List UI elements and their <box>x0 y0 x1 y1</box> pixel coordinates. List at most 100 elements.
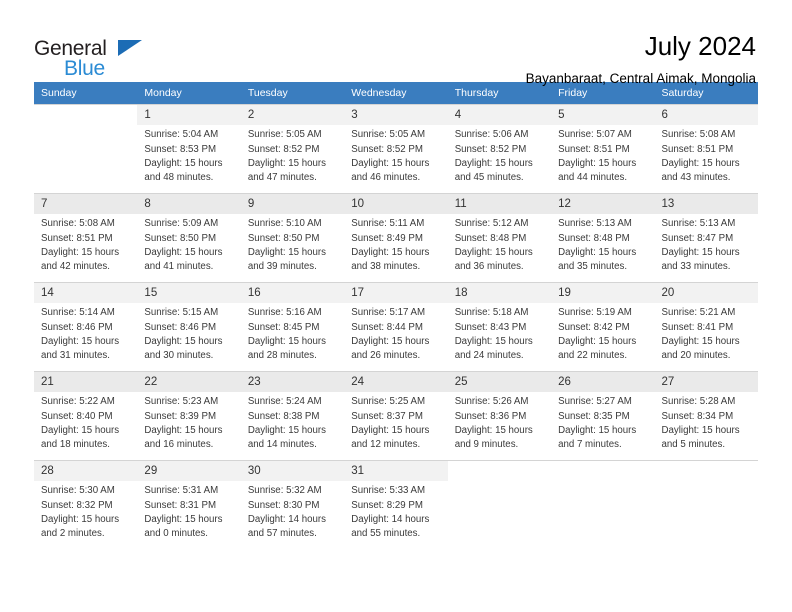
calendar-day-cell[interactable]: 11 Sunrise: 5:12 AM Sunset: 8:48 PM Dayli… <box>447 193 552 282</box>
calendar-empty-cell <box>34 104 138 193</box>
title-block: July 2024 Bayanbaraat, Central Aimak, Mo… <box>526 30 756 86</box>
logo-text-blue: Blue <box>64 57 105 80</box>
day-cell-inner: 4 Sunrise: 5:06 AM Sunset: 8:52 PM Daylig… <box>447 104 552 193</box>
day-cell-inner <box>34 104 138 193</box>
calendar-day-cell[interactable]: 7 Sunrise: 5:08 AM Sunset: 8:51 PM Daylig… <box>34 193 138 282</box>
day-sun-info: Sunrise: 5:22 AM Sunset: 8:40 PM Dayligh… <box>41 396 120 451</box>
day-number: 13 <box>654 194 758 215</box>
calendar-day-cell[interactable]: 29 Sunrise: 5:31 AM Sunset: 8:31 PM Dayli… <box>137 460 241 549</box>
day-number: 3 <box>344 105 448 126</box>
day-sun-info: Sunrise: 5:08 AM Sunset: 8:51 PM Dayligh… <box>41 218 120 273</box>
logo-triangle-icon <box>118 40 142 56</box>
day-sun-info: Sunrise: 5:13 AM Sunset: 8:48 PM Dayligh… <box>558 218 637 273</box>
day-sun-info: Sunrise: 5:04 AM Sunset: 8:53 PM Dayligh… <box>144 129 223 184</box>
calendar-day-cell[interactable]: 19 Sunrise: 5:19 AM Sunset: 8:42 PM Dayli… <box>551 282 655 371</box>
day-number: 6 <box>654 105 758 126</box>
calendar-day-cell[interactable]: 25 Sunrise: 5:26 AM Sunset: 8:36 PM Dayli… <box>447 371 552 460</box>
calendar-day-cell[interactable]: 20 Sunrise: 5:21 AM Sunset: 8:41 PM Dayli… <box>654 282 758 371</box>
calendar-week-row: 1 Sunrise: 5:04 AM Sunset: 8:53 PM Daylig… <box>34 104 758 193</box>
day-cell-inner: 5 Sunrise: 5:07 AM Sunset: 8:51 PM Daylig… <box>551 104 655 193</box>
day-cell-inner <box>654 460 758 549</box>
day-number: 20 <box>654 283 758 304</box>
weekday-header-sunday: Sunday <box>34 82 138 104</box>
calendar-day-cell[interactable]: 12 Sunrise: 5:13 AM Sunset: 8:48 PM Dayli… <box>551 193 655 282</box>
calendar-day-cell[interactable]: 24 Sunrise: 5:25 AM Sunset: 8:37 PM Dayli… <box>344 371 448 460</box>
logo-text-general: General <box>34 37 107 60</box>
day-sun-info: Sunrise: 5:06 AM Sunset: 8:52 PM Dayligh… <box>454 129 533 184</box>
day-sun-info: Sunrise: 5:05 AM Sunset: 8:52 PM Dayligh… <box>351 129 430 184</box>
calendar-day-cell[interactable]: 14 Sunrise: 5:14 AM Sunset: 8:46 PM Dayli… <box>34 282 138 371</box>
calendar-day-cell[interactable]: 1 Sunrise: 5:04 AM Sunset: 8:53 PM Daylig… <box>137 104 241 193</box>
day-number <box>34 105 138 123</box>
calendar-day-cell[interactable]: 10 Sunrise: 5:11 AM Sunset: 8:49 PM Dayli… <box>344 193 448 282</box>
calendar-page: General Blue July 2024 Bayanbaraat, Cent… <box>0 0 792 612</box>
day-sun-info: Sunrise: 5:26 AM Sunset: 8:36 PM Dayligh… <box>454 396 533 451</box>
calendar-day-cell[interactable]: 6 Sunrise: 5:08 AM Sunset: 8:51 PM Daylig… <box>654 104 758 193</box>
calendar-day-cell[interactable]: 23 Sunrise: 5:24 AM Sunset: 8:38 PM Dayli… <box>240 371 345 460</box>
day-number: 8 <box>137 194 241 215</box>
calendar-day-cell[interactable]: 30 Sunrise: 5:32 AM Sunset: 8:30 PM Dayli… <box>240 460 345 549</box>
calendar-day-cell[interactable]: 5 Sunrise: 5:07 AM Sunset: 8:51 PM Daylig… <box>551 104 655 193</box>
day-sun-info: Sunrise: 5:14 AM Sunset: 8:46 PM Dayligh… <box>41 307 120 362</box>
day-cell-inner: 7 Sunrise: 5:08 AM Sunset: 8:51 PM Daylig… <box>34 193 138 282</box>
day-sun-info: Sunrise: 5:23 AM Sunset: 8:39 PM Dayligh… <box>144 396 223 451</box>
calendar-day-cell[interactable]: 3 Sunrise: 5:05 AM Sunset: 8:52 PM Daylig… <box>344 104 448 193</box>
day-number: 11 <box>447 194 552 215</box>
day-number: 17 <box>344 283 448 304</box>
calendar-day-cell[interactable]: 13 Sunrise: 5:13 AM Sunset: 8:47 PM Dayli… <box>654 193 758 282</box>
calendar-day-cell[interactable]: 16 Sunrise: 5:16 AM Sunset: 8:45 PM Dayli… <box>240 282 345 371</box>
calendar-day-cell[interactable]: 31 Sunrise: 5:33 AM Sunset: 8:29 PM Dayli… <box>344 460 448 549</box>
weekday-header-tuesday: Tuesday <box>240 82 345 104</box>
day-sun-info: Sunrise: 5:28 AM Sunset: 8:34 PM Dayligh… <box>661 396 740 451</box>
weekday-header-wednesday: Wednesday <box>344 82 448 104</box>
day-sun-info: Sunrise: 5:27 AM Sunset: 8:35 PM Dayligh… <box>558 396 637 451</box>
day-number: 9 <box>240 194 345 215</box>
day-number: 4 <box>447 105 552 126</box>
calendar-body: 1 Sunrise: 5:04 AM Sunset: 8:53 PM Daylig… <box>34 104 758 549</box>
day-cell-inner: 13 Sunrise: 5:13 AM Sunset: 8:47 PM Dayli… <box>654 193 758 282</box>
day-cell-inner: 25 Sunrise: 5:26 AM Sunset: 8:36 PM Dayli… <box>447 371 552 460</box>
calendar-day-cell[interactable]: 9 Sunrise: 5:10 AM Sunset: 8:50 PM Daylig… <box>240 193 345 282</box>
day-cell-inner: 23 Sunrise: 5:24 AM Sunset: 8:38 PM Dayli… <box>240 371 345 460</box>
calendar-day-cell[interactable]: 22 Sunrise: 5:23 AM Sunset: 8:39 PM Dayli… <box>137 371 241 460</box>
calendar-day-cell[interactable]: 26 Sunrise: 5:27 AM Sunset: 8:35 PM Dayli… <box>551 371 655 460</box>
weekday-header-monday: Monday <box>137 82 241 104</box>
calendar-week-row: 14 Sunrise: 5:14 AM Sunset: 8:46 PM Dayli… <box>34 282 758 371</box>
day-number: 23 <box>240 372 345 393</box>
calendar-day-cell[interactable]: 15 Sunrise: 5:15 AM Sunset: 8:46 PM Dayli… <box>137 282 241 371</box>
day-number: 28 <box>34 461 138 482</box>
day-sun-info: Sunrise: 5:07 AM Sunset: 8:51 PM Dayligh… <box>558 129 637 184</box>
day-number: 31 <box>344 461 448 482</box>
calendar-day-cell[interactable]: 2 Sunrise: 5:05 AM Sunset: 8:52 PM Daylig… <box>240 104 345 193</box>
day-number: 30 <box>240 461 345 482</box>
day-number: 24 <box>344 372 448 393</box>
day-cell-inner: 15 Sunrise: 5:15 AM Sunset: 8:46 PM Dayli… <box>137 282 241 371</box>
calendar-empty-cell <box>654 460 758 549</box>
day-cell-inner: 2 Sunrise: 5:05 AM Sunset: 8:52 PM Daylig… <box>240 104 345 193</box>
calendar-day-cell[interactable]: 27 Sunrise: 5:28 AM Sunset: 8:34 PM Dayli… <box>654 371 758 460</box>
day-number: 27 <box>654 372 758 393</box>
calendar-day-cell[interactable]: 17 Sunrise: 5:17 AM Sunset: 8:44 PM Dayli… <box>344 282 448 371</box>
calendar-day-cell[interactable]: 4 Sunrise: 5:06 AM Sunset: 8:52 PM Daylig… <box>447 104 552 193</box>
day-cell-inner: 20 Sunrise: 5:21 AM Sunset: 8:41 PM Dayli… <box>654 282 758 371</box>
day-sun-info <box>654 479 758 482</box>
calendar-day-cell[interactable]: 21 Sunrise: 5:22 AM Sunset: 8:40 PM Dayli… <box>34 371 138 460</box>
day-sun-info: Sunrise: 5:10 AM Sunset: 8:50 PM Dayligh… <box>247 218 326 273</box>
day-sun-info: Sunrise: 5:13 AM Sunset: 8:47 PM Dayligh… <box>661 218 740 273</box>
day-sun-info: Sunrise: 5:24 AM Sunset: 8:38 PM Dayligh… <box>247 396 326 451</box>
day-number: 16 <box>240 283 345 304</box>
calendar-week-row: 7 Sunrise: 5:08 AM Sunset: 8:51 PM Daylig… <box>34 193 758 282</box>
day-sun-info: Sunrise: 5:19 AM Sunset: 8:42 PM Dayligh… <box>558 307 637 362</box>
calendar-week-row: 28 Sunrise: 5:30 AM Sunset: 8:32 PM Dayli… <box>34 460 758 549</box>
calendar-day-cell[interactable]: 8 Sunrise: 5:09 AM Sunset: 8:50 PM Daylig… <box>137 193 241 282</box>
day-number <box>654 461 758 479</box>
day-number: 26 <box>551 372 655 393</box>
calendar-week-row: 21 Sunrise: 5:22 AM Sunset: 8:40 PM Dayli… <box>34 371 758 460</box>
day-sun-info: Sunrise: 5:33 AM Sunset: 8:29 PM Dayligh… <box>351 485 430 540</box>
general-blue-logo[interactable]: General Blue <box>34 30 154 82</box>
day-number: 15 <box>137 283 241 304</box>
calendar-day-cell[interactable]: 18 Sunrise: 5:18 AM Sunset: 8:43 PM Dayli… <box>447 282 552 371</box>
calendar-day-cell[interactable]: 28 Sunrise: 5:30 AM Sunset: 8:32 PM Dayli… <box>34 460 138 549</box>
day-sun-info: Sunrise: 5:17 AM Sunset: 8:44 PM Dayligh… <box>351 307 430 362</box>
day-cell-inner: 28 Sunrise: 5:30 AM Sunset: 8:32 PM Dayli… <box>34 460 138 549</box>
